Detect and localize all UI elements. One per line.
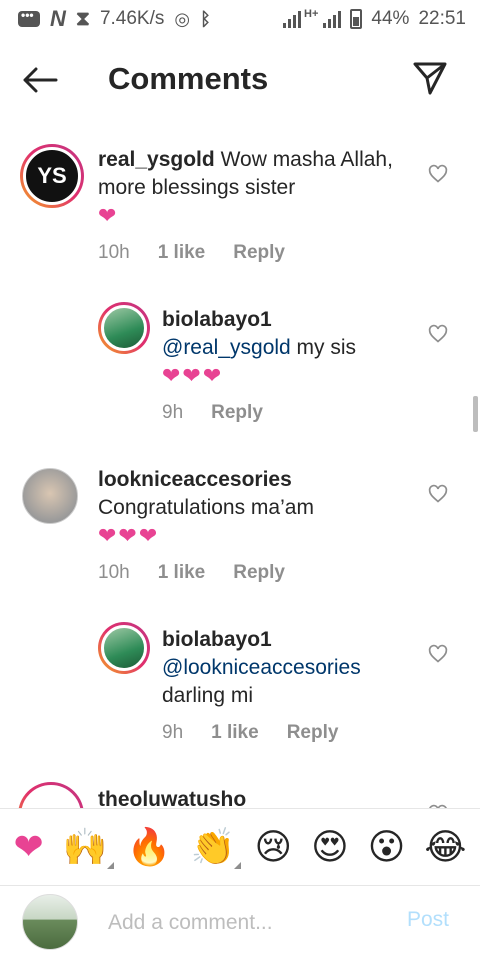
network-speed: 7.46K/s — [99, 8, 165, 29]
comment-meta: 10h 1 like Reply — [98, 242, 285, 264]
avatar[interactable] — [98, 302, 150, 354]
emoji-heart-button[interactable]: ❤ — [14, 827, 44, 867]
comment-time: 9h — [162, 722, 184, 743]
like-button[interactable] — [428, 644, 448, 664]
hourglass-icon: ⧗ — [75, 7, 90, 30]
comment-text: Congratulations ma’am — [98, 496, 314, 519]
comment-meta: 10h 1 like Reply — [98, 562, 285, 584]
signal-icon-2 — [323, 10, 342, 28]
comment-text: my sis — [290, 336, 357, 359]
network-type: H+ — [304, 8, 319, 20]
nfc-n-icon: N — [50, 6, 66, 31]
bluetooth-icon: ᛒ — [200, 8, 211, 29]
skin-tone-indicator-icon — [234, 862, 242, 869]
hotspot-icon: ◎ — [174, 8, 191, 29]
avatar[interactable]: YS — [20, 144, 84, 208]
like-count[interactable]: 1 like — [158, 242, 206, 264]
heart-outline-icon — [428, 484, 448, 503]
reply-button[interactable]: Reply — [233, 242, 285, 264]
comment-username[interactable]: biolabayo1 — [162, 628, 272, 651]
reply-button[interactable]: Reply — [211, 402, 263, 424]
back-button[interactable] — [22, 62, 62, 98]
emoji-cry-button[interactable]: 😢 — [255, 827, 293, 867]
like-button[interactable] — [428, 324, 448, 344]
header: Comments — [0, 48, 480, 112]
comment-composer: Post — [0, 886, 480, 960]
comment-username[interactable]: biolabayo1 — [162, 308, 272, 331]
avatar[interactable] — [98, 622, 150, 674]
comment-username[interactable]: lookniceaccesories — [98, 468, 292, 491]
emoji-raised-hands: 🙌 — [62, 826, 108, 867]
emoji-quick-bar: ❤ 🙌 🔥 👏 😢 😍 😮 😂 — [0, 808, 480, 886]
emoji-fire-button[interactable]: 🔥 — [127, 827, 172, 867]
battery-percent: 44% — [371, 8, 410, 29]
comment-time: 9h — [162, 402, 184, 423]
my-avatar — [22, 894, 78, 950]
like-button[interactable] — [428, 484, 448, 504]
clock: 22:51 — [418, 8, 466, 29]
share-button[interactable] — [412, 60, 452, 100]
avatar[interactable] — [22, 468, 78, 524]
heart-outline-icon — [428, 164, 448, 183]
reply-body: biolabayo1 @real_ysgold my sis ❤❤❤ — [162, 306, 412, 391]
like-button[interactable] — [428, 164, 448, 184]
like-count[interactable]: 1 like — [158, 562, 206, 584]
comment-body: theoluwatusho — [98, 786, 398, 808]
message-icon — [18, 8, 40, 27]
comment-username[interactable]: real_ysgold — [98, 148, 215, 171]
reply-button[interactable]: Reply — [287, 722, 339, 744]
emoji-clap-button[interactable]: 👏 — [190, 826, 242, 869]
heart-emoji: ❤❤❤ — [98, 523, 160, 548]
scrollbar[interactable] — [473, 396, 478, 432]
comment-username[interactable]: theoluwatusho — [98, 788, 246, 808]
reply-body: biolabayo1 @lookniceaccesories darling m… — [162, 626, 422, 710]
reply-item: biolabayo1 @lookniceaccesories darling m… — [0, 622, 480, 762]
page-title: Comments — [108, 61, 269, 96]
post-button[interactable]: Post — [407, 908, 449, 932]
emoji-heart-eyes-button[interactable]: 😍 — [311, 827, 349, 867]
emoji-clap: 👏 — [190, 826, 236, 867]
heart-emoji: ❤❤❤ — [162, 363, 224, 388]
battery-icon — [350, 9, 363, 29]
heart-outline-icon — [428, 644, 448, 663]
comment-body: lookniceaccesories Congratulations ma’am… — [98, 466, 418, 551]
comment-time: 10h — [98, 242, 130, 263]
comment-input[interactable] — [108, 908, 398, 938]
emoji-raised-hands-button[interactable]: 🙌 — [62, 826, 114, 869]
comment-text: darling mi — [162, 684, 254, 707]
status-bar: N ⧗ 7.46K/s ◎ ᛒ H+ 44% 22:51 — [0, 0, 480, 38]
reply-item: biolabayo1 @real_ysgold my sis ❤❤❤ 9h Re… — [0, 302, 480, 442]
skin-tone-indicator-icon — [106, 862, 114, 869]
avatar[interactable] — [18, 782, 84, 808]
mention-link[interactable]: @real_ysgold — [162, 336, 291, 359]
emoji-laugh-button[interactable]: 😂 — [424, 827, 466, 867]
comment-time: 10h — [98, 562, 130, 583]
heart-emoji: ❤ — [98, 203, 119, 228]
emoji-wow-button[interactable]: 😮 — [368, 827, 406, 867]
reply-button[interactable]: Reply — [233, 562, 285, 584]
arrow-left-icon — [23, 67, 58, 93]
comment-item: theoluwatusho — [0, 782, 480, 808]
comment-body: real_ysgold Wow masha Allah, more blessi… — [98, 146, 398, 231]
comment-meta: 9h 1 like Reply — [162, 722, 338, 744]
avatar-label: YS — [37, 163, 67, 188]
signal-icon — [283, 10, 302, 28]
heart-outline-icon — [428, 324, 448, 343]
comment-item: YS real_ysgold Wow masha Allah, more ble… — [0, 142, 480, 282]
comment-meta: 9h Reply — [162, 402, 263, 424]
like-count[interactable]: 1 like — [211, 722, 259, 744]
paper-plane-icon — [413, 62, 447, 95]
mention-link[interactable]: @lookniceaccesories — [162, 656, 361, 679]
comment-item: lookniceaccesories Congratulations ma’am… — [0, 462, 480, 602]
